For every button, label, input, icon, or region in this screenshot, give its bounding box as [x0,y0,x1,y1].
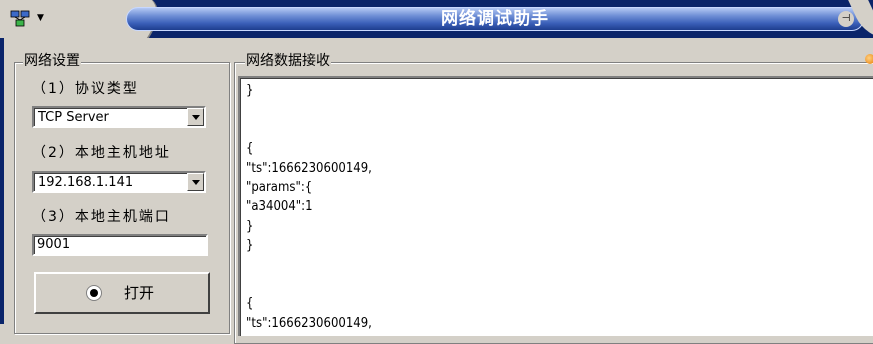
window-title: 网络调试助手 [441,9,549,29]
receive-line: } [246,218,254,234]
receive-line [246,275,372,294]
local-host-port-input[interactable]: 9001 [32,234,208,256]
open-button[interactable]: 打开 [34,272,210,314]
protocol-dropdown-button[interactable] [187,108,204,126]
receive-line [246,120,372,139]
network-app-icon[interactable] [10,10,30,28]
receive-line: "ts":1666230600149, [246,160,372,176]
receive-line: } [246,83,254,98]
local-host-address-select[interactable]: 192.168.1.141 [32,171,206,193]
local-host-port-label: （3）本地主机端口 [32,209,171,225]
receive-legend: 网络数据接收 [245,53,331,69]
open-button-label: 打开 [124,284,155,302]
receive-line: "a34004":1 [246,199,313,215]
frame-top-border [0,38,873,41]
protocol-type-select[interactable]: TCP Server [32,106,206,128]
receive-line: { [246,296,254,312]
local-host-address-label: （2）本地主机地址 [32,145,171,161]
network-settings-legend: 网络设置 [23,53,81,69]
pin-icon[interactable]: ⊣ [838,11,854,27]
address-dropdown-button[interactable] [187,173,204,191]
receive-line: { [246,141,254,157]
frame-left-border [0,38,4,324]
receive-line: } [246,238,254,254]
receive-line [246,100,372,119]
receive-line: "ts":1666230600149, [246,315,372,331]
options-icon[interactable] [865,54,873,64]
receive-content: } { "ts":1666230600149, "params":{ "a34004":… [246,81,386,333]
protocol-type-value: TCP Server [38,110,109,125]
receive-line [246,256,372,275]
system-menu-arrow-icon[interactable]: ▼ [37,13,44,23]
receive-line: "params":{ [246,179,313,195]
title-bar[interactable]: 网络调试助手 ▼ ⊣ [0,0,873,38]
chevron-down-icon [192,180,200,185]
receive-text-area[interactable]: } { "ts":1666230600149, "params":{ "a34004":… [238,76,873,336]
chevron-down-icon [192,115,200,120]
local-host-address-value: 192.168.1.141 [38,175,134,190]
protocol-type-label: （1）协议类型 [32,81,139,97]
connection-status-icon [86,285,102,301]
